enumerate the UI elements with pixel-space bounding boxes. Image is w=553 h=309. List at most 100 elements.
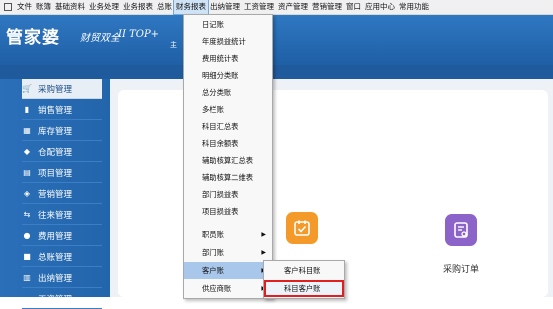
sidebar-item-cashier[interactable]: ▥ 出纳管理: [22, 268, 102, 288]
sidebar-item-payroll[interactable]: ▬ 工资管理: [22, 289, 102, 309]
menu-item-label: 职员账: [202, 230, 224, 239]
menu-item-employee-account[interactable]: 职员账 ▶: [184, 226, 272, 243]
menu-item-label: 部门账: [202, 248, 224, 257]
home-tab[interactable]: 主: [170, 40, 177, 50]
menu-item-label: 部门损益表: [202, 190, 239, 199]
transfer-icon: ⇆: [23, 210, 31, 219]
money-icon: ●: [23, 231, 31, 240]
box-icon: ◆: [23, 147, 31, 156]
sidebar-item-label: 营销管理: [38, 189, 73, 200]
chevron-right-icon: ▶: [261, 249, 266, 256]
submenu-item-subject-customer[interactable]: 科目客户账: [264, 280, 344, 297]
menu-business-reports[interactable]: 业务报表: [121, 0, 155, 14]
sidebar-item-label: 费用管理: [38, 231, 73, 242]
submenu-item-customer-subject[interactable]: 客户科目账: [264, 262, 344, 279]
sidebar-item-label: 销售管理: [38, 105, 73, 116]
customer-account-submenu: 客户科目账 科目客户账: [263, 260, 345, 299]
menu-marketing[interactable]: 营销管理: [310, 0, 344, 14]
menu-item-label: 科目汇总表: [202, 122, 239, 131]
menu-window[interactable]: 窗口: [344, 0, 363, 14]
menu-item-label: 多栏账: [202, 105, 224, 114]
menu-item-account-summary[interactable]: 科目汇总表: [184, 118, 272, 135]
folder-icon: ▤: [23, 168, 31, 177]
sidebar-item-inventory[interactable]: ▦ 库存管理: [22, 121, 102, 141]
logo-version: II TOP+: [118, 29, 160, 40]
header-subband: [0, 65, 553, 79]
menu-app-center[interactable]: 应用中心: [363, 0, 397, 14]
menu-item-label: 明细分类账: [202, 71, 239, 80]
purchase-order-caption[interactable]: 采购订单: [443, 262, 479, 275]
submenu-item-label: 客户科目账: [284, 266, 321, 275]
sidebar-item-label: 库存管理: [38, 126, 73, 137]
sidebar-item-general-ledger[interactable]: ■ 总账管理: [22, 247, 102, 267]
task-tile-icon[interactable]: [286, 212, 318, 244]
menu-cashier[interactable]: 出纳管理: [208, 0, 242, 14]
sidebar-item-label: 项目管理: [38, 168, 73, 179]
cart-icon: 🛒: [22, 84, 32, 93]
sidebar-item-accounts[interactable]: ⇆ 往来管理: [22, 205, 102, 225]
menu-item-journal[interactable]: 日记账: [184, 16, 272, 33]
menu-item-label: 供应商账: [202, 284, 232, 293]
menu-item-dept-profit-loss[interactable]: 部门损益表: [184, 186, 272, 203]
menu-basic-data[interactable]: 基础资料: [53, 0, 87, 14]
menu-item-label: 总分类账: [202, 88, 232, 97]
bar-chart-icon: ▮: [24, 105, 30, 114]
sidebar-item-label: 仓配管理: [38, 147, 73, 158]
menu-common-functions[interactable]: 常用功能: [397, 0, 431, 14]
menu-assets[interactable]: 资产管理: [276, 0, 310, 14]
menu-item-label: 项目损益表: [202, 207, 239, 216]
menu-item-dept-account[interactable]: 部门账 ▶: [184, 244, 272, 261]
document-icon: [454, 222, 468, 238]
menu-item-annual-profit-loss[interactable]: 年度损益统计: [184, 33, 272, 50]
menu-bar: 文件 账簿 基础资料 业务处理 业务报表 总账 财务报表 出纳管理 工资管理 资…: [0, 0, 553, 15]
menu-books[interactable]: 账簿: [34, 0, 53, 14]
tag-icon: ◈: [23, 189, 31, 198]
sidebar-item-label: 工资管理: [38, 294, 73, 305]
menu-item-label: 辅助核算汇总表: [202, 156, 254, 165]
logo-subtitle: 财贸双全: [80, 33, 120, 44]
window-icon[interactable]: [4, 3, 12, 11]
menu-general-ledger[interactable]: 总账: [155, 0, 174, 14]
menu-item-label: 日记账: [202, 20, 224, 29]
sidebar-item-sales[interactable]: ▮ 销售管理: [22, 100, 102, 120]
menu-item-multi-column[interactable]: 多栏账: [184, 101, 272, 118]
sidebar-item-marketing[interactable]: ◈ 营销管理: [22, 184, 102, 204]
sidebar-item-expenses[interactable]: ● 费用管理: [22, 226, 102, 246]
sidebar-item-purchase[interactable]: 🛒 采购管理: [22, 79, 102, 99]
sidebar-item-warehouse-distribution[interactable]: ◆ 仓配管理: [22, 142, 102, 162]
checklist-icon: [294, 220, 310, 236]
menu-item-expense-stats[interactable]: 费用统计表: [184, 50, 272, 67]
menu-financial-reports[interactable]: 财务报表: [173, 0, 209, 15]
sidebar-item-label: 往来管理: [38, 210, 73, 221]
menu-item-project-profit-loss[interactable]: 项目损益表: [184, 203, 272, 220]
cashier-icon: ▥: [23, 273, 31, 282]
sidebar-item-projects[interactable]: ▤ 项目管理: [22, 163, 102, 183]
menu-item-label: 年度损益统计: [202, 37, 246, 46]
menu-item-label: 客户账: [202, 266, 224, 275]
logo-main: 管家婆: [6, 28, 60, 48]
menu-item-account-balance[interactable]: 科目余额表: [184, 135, 272, 152]
menu-item-supplier-account[interactable]: 供应商账▶: [184, 280, 272, 297]
ledger-icon: ■: [23, 252, 31, 261]
sidebar-item-label: 采购管理: [38, 84, 73, 95]
menu-item-label: 辅助核算二维表: [202, 173, 254, 182]
app-header: 管家婆 财贸双全 II TOP+ 主: [0, 15, 553, 65]
menu-business[interactable]: 业务处理: [87, 0, 121, 14]
menu-file[interactable]: 文件: [15, 0, 34, 14]
menu-item-customer-account[interactable]: 客户账▶: [184, 262, 272, 279]
sidebar-item-label: 出纳管理: [38, 273, 73, 284]
sidebar: 🛒 采购管理 ▮ 销售管理 ▦ 库存管理 ◆ 仓配管理 ▤ 项目管理 ◈ 营销管…: [0, 79, 110, 309]
menu-item-aux-summary[interactable]: 辅助核算汇总表: [184, 152, 272, 169]
menu-item-label: 科目余额表: [202, 139, 239, 148]
warehouse-icon: ▦: [23, 126, 31, 135]
menu-item-detail-ledger[interactable]: 明细分类账: [184, 67, 272, 84]
menu-payroll[interactable]: 工资管理: [242, 0, 276, 14]
menu-item-general-ledger[interactable]: 总分类账: [184, 84, 272, 101]
submenu-item-label: 科目客户账: [284, 284, 321, 293]
salary-icon: ▬: [23, 294, 31, 303]
menu-item-aux-2d[interactable]: 辅助核算二维表: [184, 169, 272, 186]
menu-item-label: 费用统计表: [202, 54, 239, 63]
sidebar-item-label: 总账管理: [38, 252, 73, 263]
purchase-order-tile-icon[interactable]: [445, 214, 477, 246]
chevron-right-icon: ▶: [261, 231, 266, 238]
